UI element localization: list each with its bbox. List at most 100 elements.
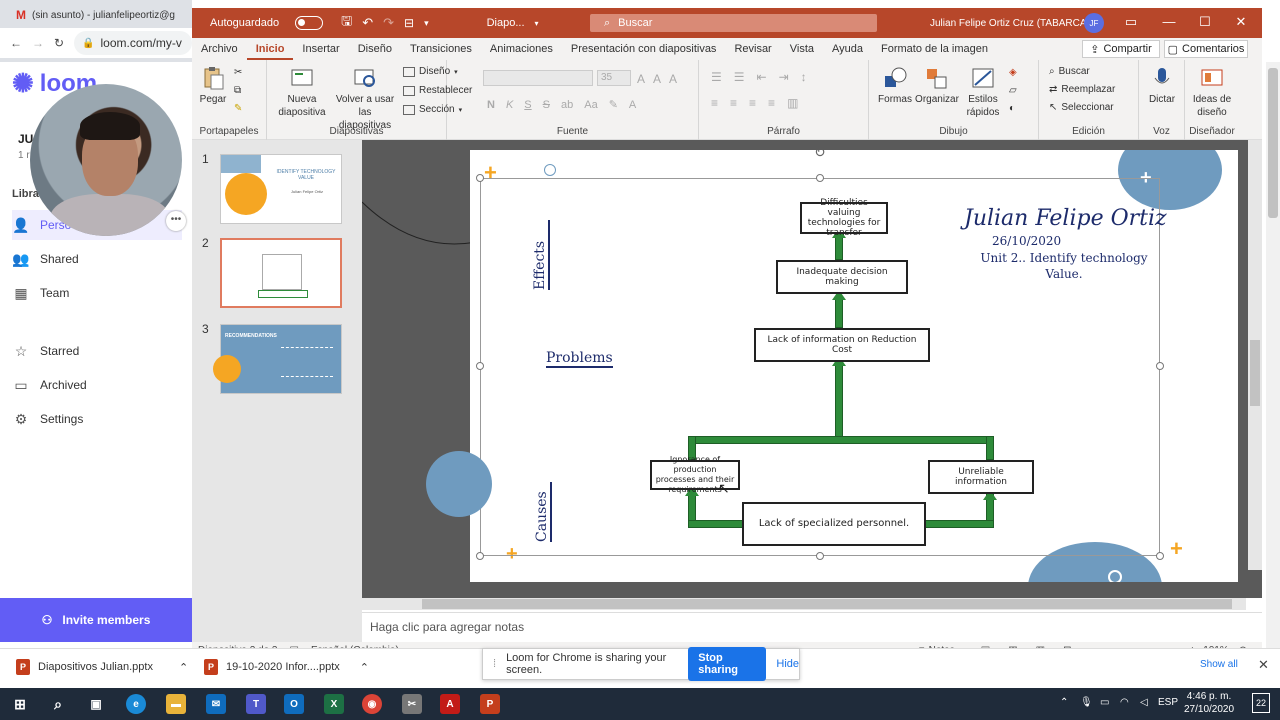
new-slide-button[interactable]: Nueva diapositiva <box>277 66 327 119</box>
customize-qat-icon[interactable]: ▾ <box>424 18 429 29</box>
change-case-icon[interactable]: Aa <box>584 99 597 111</box>
browser-tab[interactable]: M (sin asunto) - julianfelipeortiz@g <box>8 4 192 26</box>
editor-vertical-scroll-thumb[interactable] <box>1250 340 1260 406</box>
resize-handle[interactable] <box>816 552 824 560</box>
nav-starred[interactable]: ☆ Starred <box>12 336 182 366</box>
rotate-handle-icon[interactable]: ↻ <box>814 150 826 161</box>
stop-sharing-button[interactable]: Stop sharing <box>688 647 767 681</box>
microphone-tray-icon[interactable]: 🎙 <box>1080 697 1093 708</box>
outlook-icon[interactable]: O <box>284 694 304 714</box>
grow-font-icon[interactable]: A <box>637 72 645 86</box>
editor-horizontal-scroll-thumb[interactable] <box>422 599 1232 609</box>
tab-vista[interactable]: Vista <box>781 38 823 60</box>
shapes-button[interactable]: Formas <box>877 66 913 106</box>
page-scroll-thumb[interactable] <box>1268 68 1278 218</box>
tab-archivo[interactable]: Archivo <box>192 38 247 60</box>
redo-icon[interactable]: ↷ <box>383 15 394 31</box>
decrease-indent-icon[interactable]: ⇤ <box>757 70 767 84</box>
slide-thumbnail-1[interactable]: IDENTIFY TECHNOLOGY VALUE Julian Felipe … <box>220 154 342 224</box>
shape-effects-icon[interactable]: ◐ <box>1009 102 1015 115</box>
increase-indent-icon[interactable]: ⇥ <box>779 70 789 84</box>
slide-canvas[interactable]: + + + ↻ Julian Felipe Ortiz 26/10/2020 U… <box>470 150 1238 582</box>
shape-outline-icon[interactable]: ▱ <box>1009 84 1017 97</box>
nav-archived[interactable]: ▭ Archived <box>12 370 182 400</box>
reuse-slides-button[interactable]: Volver a usar las diapositivas <box>333 66 397 132</box>
paste-button[interactable]: Pegar <box>198 66 228 106</box>
replace-button[interactable]: ⇄ Reemplazar <box>1049 84 1115 95</box>
quick-styles-button[interactable]: Estilos rápidos <box>963 66 1003 119</box>
slide-thumbnail-3[interactable]: RECOMMENDATIONS <box>213 324 342 394</box>
share-button[interactable]: ⇪ Compartir <box>1082 40 1160 58</box>
volume-icon[interactable]: ◁ <box>1140 697 1148 708</box>
chrome-icon[interactable]: ◉ <box>362 694 382 714</box>
user-name[interactable]: Julian Felipe Ortiz Cruz (TABARCA) <box>930 18 1090 29</box>
columns-icon[interactable]: ▥ <box>787 96 798 110</box>
align-right-icon[interactable]: ≡ <box>749 96 756 110</box>
excel-icon[interactable]: X <box>324 694 344 714</box>
mail-icon[interactable]: ✉ <box>206 694 226 714</box>
justify-icon[interactable]: ≡ <box>768 96 775 110</box>
resize-handle[interactable] <box>1156 362 1164 370</box>
tray-chevron-icon[interactable]: ⌃ <box>1060 697 1068 708</box>
edge-icon[interactable]: e <box>126 694 146 714</box>
comments-button[interactable]: ▢ Comentarios <box>1164 40 1248 58</box>
select-button[interactable]: ↖ Seleccionar <box>1049 102 1114 113</box>
undo-icon[interactable]: ↶ <box>362 15 373 31</box>
font-size-field[interactable]: 35 <box>597 70 631 86</box>
hide-button[interactable]: Hide <box>776 658 799 670</box>
shrink-font-icon[interactable]: A <box>653 72 661 86</box>
shape-fill-icon[interactable]: ◈ <box>1009 66 1017 79</box>
clear-format-icon[interactable]: A <box>669 72 677 86</box>
task-view-icon[interactable]: ▣ <box>86 694 106 714</box>
snipping-tool-icon[interactable]: ✂ <box>402 694 422 714</box>
teams-icon[interactable]: T <box>246 694 266 714</box>
show-all-link[interactable]: Show all <box>1200 659 1238 670</box>
numbering-icon[interactable]: ☰ <box>734 70 745 84</box>
close-download-bar-icon[interactable]: ✕ <box>1258 657 1269 673</box>
underline-icon[interactable]: S <box>524 99 531 111</box>
tab-transiciones[interactable]: Transiciones <box>401 38 481 60</box>
resize-handle[interactable] <box>476 174 484 182</box>
bold-icon[interactable]: N <box>487 99 495 111</box>
font-name-field[interactable] <box>483 70 593 86</box>
arrange-button[interactable]: Organizar <box>915 66 959 106</box>
present-icon[interactable]: ⊟ <box>404 16 414 30</box>
search-icon[interactable]: ⌕ <box>48 694 68 714</box>
webcam-bubble[interactable] <box>30 84 182 236</box>
notes-pane[interactable]: Haga clic para agregar notas <box>362 612 1262 642</box>
align-left-icon[interactable]: ≡ <box>711 96 718 110</box>
copy-icon[interactable]: ⧉ <box>234 84 241 97</box>
tab-insertar[interactable]: Insertar <box>293 38 348 60</box>
download-item-2[interactable]: P 19-10-2020 Infor....pptx ⌃ <box>204 659 369 675</box>
reload-icon[interactable]: ↻ <box>54 36 64 50</box>
windows-start-icon[interactable]: ⊞ <box>10 694 30 714</box>
nav-team[interactable]: ▦ Team <box>12 278 182 308</box>
dictate-button[interactable]: Dictar <box>1145 66 1179 106</box>
back-icon[interactable]: ← <box>10 36 22 50</box>
invite-members-button[interactable]: ⚇ Invite members <box>0 598 192 642</box>
nav-settings[interactable]: ⚙ Settings <box>12 404 182 434</box>
webcam-more-icon[interactable]: ••• <box>166 211 186 231</box>
file-menu-chevron-icon[interactable]: ▾ <box>535 19 539 28</box>
notifications-badge[interactable]: 22 <box>1252 693 1270 713</box>
taskbar-clock[interactable]: 4:46 p. m. 27/10/2020 <box>1184 690 1234 716</box>
url-field[interactable]: 🔒 loom.com/my-v <box>74 31 192 55</box>
slide-thumbnail-2[interactable] <box>220 238 342 308</box>
highlight-icon[interactable]: ✎ <box>609 98 618 111</box>
char-spacing-icon[interactable]: ab <box>561 99 573 111</box>
maximize-icon[interactable]: ☐ <box>1194 12 1216 32</box>
chevron-up-icon[interactable]: ⌃ <box>179 661 188 674</box>
format-painter-icon[interactable]: ✎ <box>234 102 242 115</box>
design-ideas-button[interactable]: Ideas de diseño <box>1187 66 1237 119</box>
file-name[interactable]: Diapo... <box>487 17 525 29</box>
bullets-icon[interactable]: ☰ <box>711 70 722 84</box>
tab-presentacion[interactable]: Presentación con diapositivas <box>562 38 726 60</box>
tab-formato-imagen[interactable]: Formato de la imagen <box>872 38 997 60</box>
wifi-icon[interactable]: ◠ <box>1120 697 1129 708</box>
network-icon[interactable]: ▭ <box>1100 697 1109 708</box>
avatar[interactable]: JF <box>1084 13 1104 33</box>
resize-handle[interactable] <box>816 174 824 182</box>
tab-animaciones[interactable]: Animaciones <box>481 38 562 60</box>
strikethrough-icon[interactable]: S <box>543 99 550 111</box>
tab-inicio[interactable]: Inicio <box>246 38 294 60</box>
